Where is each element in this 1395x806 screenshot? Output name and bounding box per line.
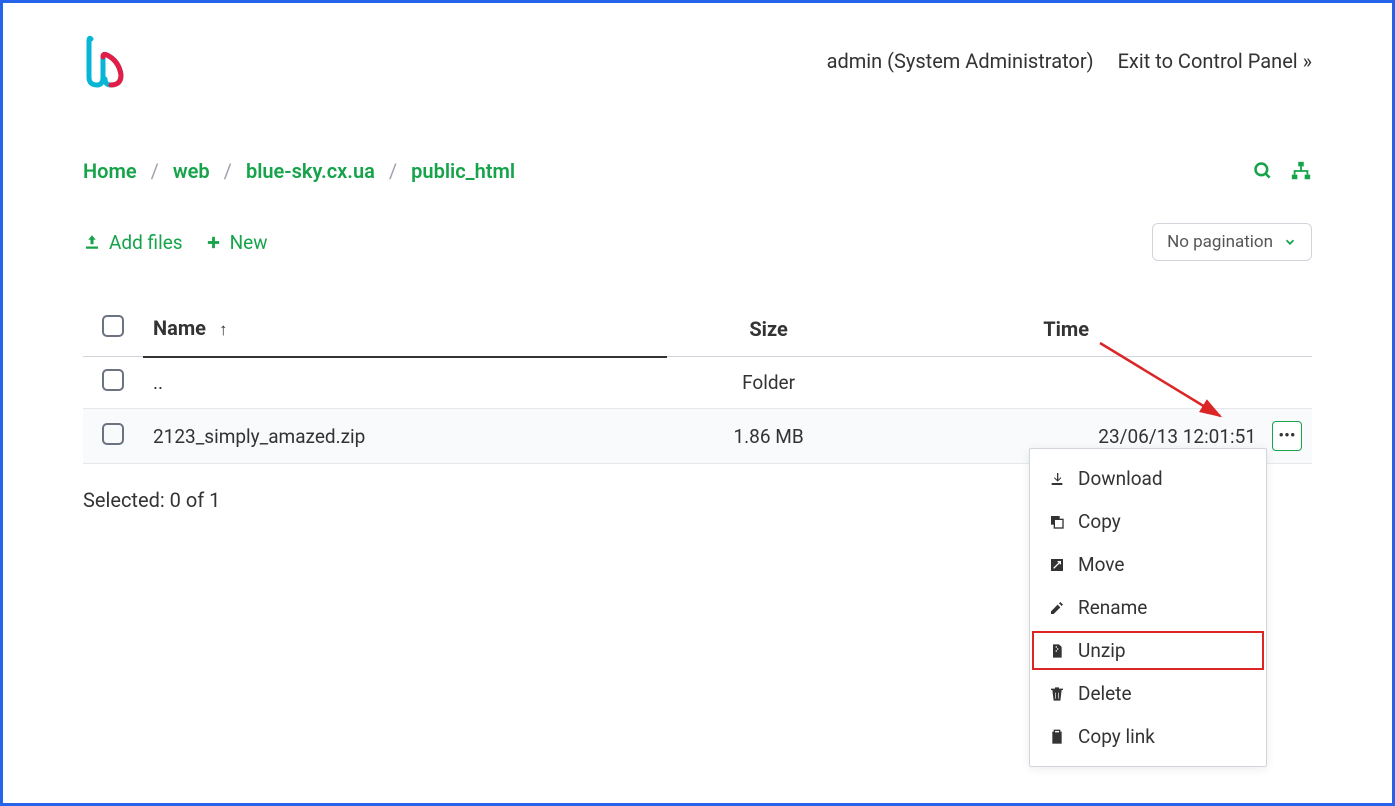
menu-rename[interactable]: Rename — [1030, 586, 1266, 629]
column-header-time[interactable]: Time — [870, 301, 1262, 357]
copy-icon — [1048, 513, 1066, 531]
menu-copy[interactable]: Copy — [1030, 500, 1266, 543]
file-name[interactable]: 2123_simply_amazed.zip — [143, 409, 667, 464]
delete-icon — [1048, 685, 1066, 703]
file-table: Name ↑ Size Time .. Folder 2123_simply_a… — [83, 301, 1312, 464]
chevron-down-icon — [1283, 235, 1297, 249]
logo[interactable] — [83, 33, 125, 89]
search-icon[interactable] — [1252, 160, 1274, 182]
file-size: Folder — [667, 357, 870, 409]
select-all-checkbox[interactable] — [102, 315, 124, 337]
pagination-select[interactable]: No pagination — [1152, 223, 1312, 261]
file-name[interactable]: .. — [143, 357, 667, 409]
exit-link[interactable]: Exit to Control Panel » — [1118, 49, 1312, 73]
column-header-size[interactable]: Size — [667, 301, 870, 357]
menu-delete[interactable]: Delete — [1030, 672, 1266, 715]
unzip-icon — [1048, 642, 1066, 660]
row-checkbox[interactable] — [102, 423, 124, 445]
menu-unzip[interactable]: Unzip — [1030, 629, 1266, 672]
new-button[interactable]: New — [205, 231, 268, 254]
file-time — [870, 357, 1262, 409]
user-menu[interactable]: admin (System Administrator) — [827, 49, 1094, 73]
plus-icon — [205, 234, 222, 251]
row-checkbox[interactable] — [102, 369, 124, 391]
more-actions-button[interactable]: ••• — [1272, 421, 1302, 451]
breadcrumb-publichtml[interactable]: public_html — [411, 159, 515, 183]
context-menu: Download Copy Move Rename Unzip Delete C… — [1029, 448, 1267, 767]
move-icon — [1048, 556, 1066, 574]
sort-ascending-icon: ↑ — [219, 320, 228, 340]
clipboard-icon — [1048, 728, 1066, 746]
upload-icon — [83, 233, 101, 251]
file-size: 1.86 MB — [667, 409, 870, 464]
breadcrumb-web[interactable]: web — [173, 159, 210, 183]
download-icon — [1048, 470, 1066, 488]
table-row[interactable]: .. Folder — [83, 357, 1312, 409]
breadcrumb-home[interactable]: Home — [83, 159, 137, 183]
add-files-button[interactable]: Add files — [83, 231, 183, 254]
breadcrumb: Home / web / blue-sky.cx.ua / public_htm… — [83, 159, 515, 183]
menu-move[interactable]: Move — [1030, 543, 1266, 586]
header: admin (System Administrator) Exit to Con… — [83, 33, 1312, 89]
column-header-name[interactable]: Name ↑ — [143, 301, 667, 357]
rename-icon — [1048, 599, 1066, 617]
menu-download[interactable]: Download — [1030, 457, 1266, 500]
menu-copy-link[interactable]: Copy link — [1030, 715, 1266, 758]
breadcrumb-domain[interactable]: blue-sky.cx.ua — [246, 159, 375, 183]
sitemap-icon[interactable] — [1290, 160, 1312, 182]
